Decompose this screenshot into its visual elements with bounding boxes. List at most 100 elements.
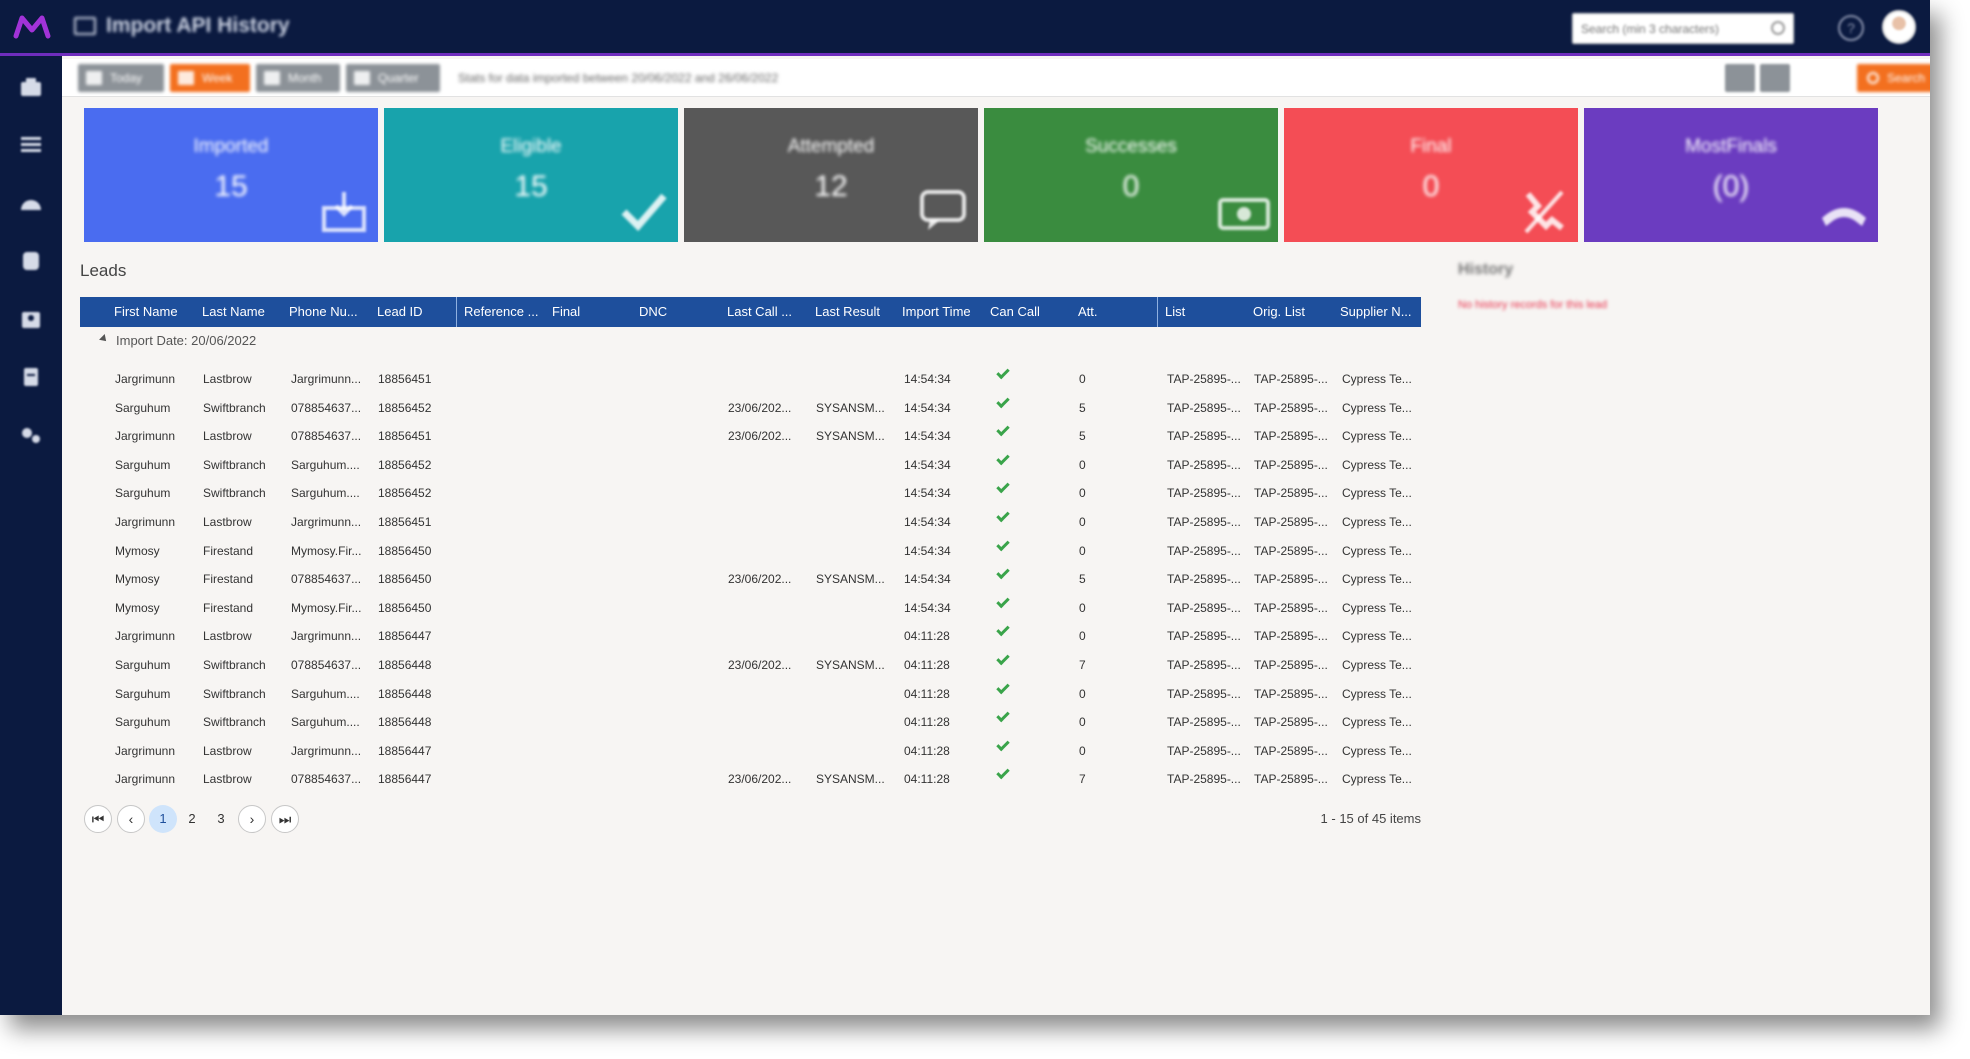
database-icon[interactable] bbox=[18, 250, 44, 272]
cell-first-name: Jargrimunn bbox=[115, 429, 176, 444]
table-row[interactable]: Mymosy Firestand Mymosy.Fir... 18856450 14:5… bbox=[80, 535, 1421, 564]
table-row[interactable]: Jargrimunn Lastbrow 078854637... 18856451 23… bbox=[80, 420, 1421, 449]
fullscreen-button[interactable] bbox=[1760, 64, 1790, 92]
home-icon[interactable] bbox=[18, 76, 44, 98]
col-supplier-name[interactable]: Supplier N... bbox=[1332, 297, 1418, 327]
cell-list: TAP-25895-... bbox=[1167, 600, 1241, 615]
col-orig-list[interactable]: Orig. List bbox=[1245, 297, 1331, 327]
page-3-button[interactable]: 3 bbox=[207, 805, 235, 833]
col-dnc[interactable]: DNC bbox=[631, 297, 717, 327]
last-page-button[interactable]: ⏭ bbox=[271, 805, 299, 833]
first-page-button[interactable]: ⏮ bbox=[84, 805, 112, 833]
tile-successes[interactable]: Successes 0 bbox=[984, 108, 1278, 242]
global-search[interactable] bbox=[1572, 13, 1794, 44]
cell-last-name: Swiftbranch bbox=[203, 400, 266, 415]
table-row[interactable]: Sarguhum Swiftbranch 078854637... 18856448 2… bbox=[80, 649, 1421, 678]
cell-lead-id: 18856447 bbox=[378, 629, 432, 644]
check-icon bbox=[621, 193, 667, 232]
page-2-button[interactable]: 2 bbox=[178, 805, 206, 833]
can-call-check-icon bbox=[996, 651, 1010, 666]
display-toggle-button[interactable] bbox=[1725, 64, 1755, 92]
tile-label: Final bbox=[1410, 136, 1452, 157]
cell-import-time: 04:11:28 bbox=[904, 743, 950, 758]
user-avatar[interactable] bbox=[1882, 10, 1916, 44]
tile-final[interactable]: Final 0 bbox=[1284, 108, 1578, 242]
cell-first-name: Sarguhum bbox=[115, 457, 171, 472]
col-can-call[interactable]: Can Call bbox=[982, 297, 1068, 327]
col-last-result[interactable]: Last Result bbox=[807, 297, 893, 327]
tile-imported[interactable]: Imported 15 bbox=[84, 108, 378, 242]
col-reference[interactable]: Reference ... bbox=[456, 297, 542, 327]
col-list[interactable]: List bbox=[1157, 297, 1243, 327]
app-window: Import API History ? Today Week Month Qu… bbox=[0, 0, 1930, 1015]
app-logo-icon[interactable] bbox=[12, 10, 52, 44]
table-row[interactable]: Sarguhum Swiftbranch Sarguhum.... 18856448 0… bbox=[80, 678, 1421, 707]
col-import-time[interactable]: Import Time bbox=[894, 297, 980, 327]
dashboard-icon[interactable] bbox=[18, 192, 44, 214]
next-page-button[interactable]: › bbox=[238, 805, 266, 833]
table-row[interactable]: Sarguhum Swiftbranch Sarguhum.... 18856452 1… bbox=[80, 449, 1421, 478]
col-last-call[interactable]: Last Call ... bbox=[719, 297, 805, 327]
cell-list: TAP-25895-... bbox=[1167, 543, 1241, 558]
search-button[interactable]: Search bbox=[1857, 64, 1930, 92]
cell-last-name: Lastbrow bbox=[203, 514, 252, 529]
prev-page-button[interactable]: ‹ bbox=[117, 805, 145, 833]
global-search-input[interactable] bbox=[1573, 14, 1763, 43]
tile-label: Successes bbox=[1085, 136, 1177, 157]
cell-first-name: Sarguhum bbox=[115, 486, 171, 501]
col-attempts[interactable]: Att. bbox=[1070, 297, 1150, 327]
table-row[interactable]: Jargrimunn Lastbrow Jargrimunn... 18856451 1… bbox=[80, 506, 1421, 535]
can-call-check-icon bbox=[996, 422, 1010, 437]
quarter-button[interactable]: Quarter bbox=[346, 64, 440, 92]
contacts-icon[interactable] bbox=[18, 308, 44, 330]
cell-last-name: Firestand bbox=[203, 543, 254, 558]
cell-lead-id: 18856448 bbox=[378, 715, 432, 730]
cell-import-time: 14:54:34 bbox=[904, 543, 951, 558]
cell-phone: Jargrimunn... bbox=[291, 372, 362, 386]
tile-mostfinals[interactable]: MostFinals (0) bbox=[1584, 108, 1878, 242]
can-call-check-icon bbox=[996, 508, 1010, 523]
can-call-check-icon bbox=[996, 394, 1010, 408]
table-row[interactable]: Jargrimunn Lastbrow Jargrimunn... 18856447 0… bbox=[80, 620, 1421, 649]
cell-list: TAP-25895-... bbox=[1167, 572, 1241, 587]
search-button-label: Search bbox=[1887, 71, 1926, 85]
calendar-icon bbox=[264, 71, 280, 85]
month-button[interactable]: Month bbox=[256, 64, 340, 92]
document-icon[interactable] bbox=[18, 366, 44, 388]
table-row[interactable]: Sarguhum Swiftbranch Sarguhum.... 18856448 0… bbox=[80, 706, 1421, 735]
today-button[interactable]: Today bbox=[78, 64, 164, 92]
table-row[interactable]: Mymosy Firestand Mymosy.Fir... 18856450 14:5… bbox=[80, 592, 1421, 621]
collapse-caret-icon[interactable] bbox=[99, 334, 109, 344]
table-row[interactable]: Jargrimunn Lastbrow Jargrimunn... 18856447 0… bbox=[80, 735, 1421, 764]
table-row[interactable]: Mymosy Firestand 078854637... 18856450 23/06… bbox=[80, 563, 1421, 592]
history-message: No history records for this lead bbox=[1458, 299, 1608, 311]
search-icon[interactable] bbox=[1771, 21, 1785, 35]
cell-phone: Sarguhum.... bbox=[291, 457, 360, 472]
col-first-name[interactable]: First Name bbox=[106, 297, 186, 327]
col-final[interactable]: Final bbox=[544, 297, 630, 327]
page-1-button[interactable]: 1 bbox=[149, 805, 177, 833]
help-icon[interactable]: ? bbox=[1838, 15, 1864, 41]
can-call-check-icon bbox=[996, 680, 1010, 694]
tile-attempted[interactable]: Attempted 12 bbox=[684, 108, 978, 242]
col-phone-number[interactable]: Phone Nu... bbox=[281, 297, 367, 327]
cell-list: TAP-25895-... bbox=[1167, 457, 1241, 472]
page-title: Import API History bbox=[74, 14, 290, 38]
week-button[interactable]: Week bbox=[170, 64, 250, 92]
col-lead-id[interactable]: Lead ID bbox=[369, 297, 455, 327]
table-row[interactable]: Jargrimunn Lastbrow Jargrimunn... 18856451 1… bbox=[80, 363, 1421, 392]
cell-attempts: 0 bbox=[1079, 600, 1086, 615]
col-last-name[interactable]: Last Name bbox=[194, 297, 280, 327]
cell-first-name: Jargrimunn bbox=[115, 514, 176, 529]
list-icon[interactable] bbox=[18, 134, 44, 156]
table-row[interactable]: Sarguhum Swiftbranch 078854637... 18856452 2… bbox=[80, 392, 1421, 421]
settings-icon[interactable] bbox=[18, 424, 44, 446]
cell-list: TAP-25895-... bbox=[1167, 715, 1241, 730]
table-row[interactable]: Jargrimunn Lastbrow 078854637... 18856447 23… bbox=[80, 763, 1421, 792]
tile-eligible[interactable]: Eligible 15 bbox=[384, 108, 678, 242]
cell-supplier: Cypress Te... bbox=[1342, 400, 1412, 415]
cell-last-result: SYSANSM... bbox=[816, 772, 885, 787]
group-row[interactable]: Import Date: 20/06/2022 bbox=[80, 327, 1421, 353]
table-row[interactable]: Sarguhum Swiftbranch Sarguhum.... 18856452 1… bbox=[80, 477, 1421, 506]
cell-list: TAP-25895-... bbox=[1167, 486, 1241, 501]
